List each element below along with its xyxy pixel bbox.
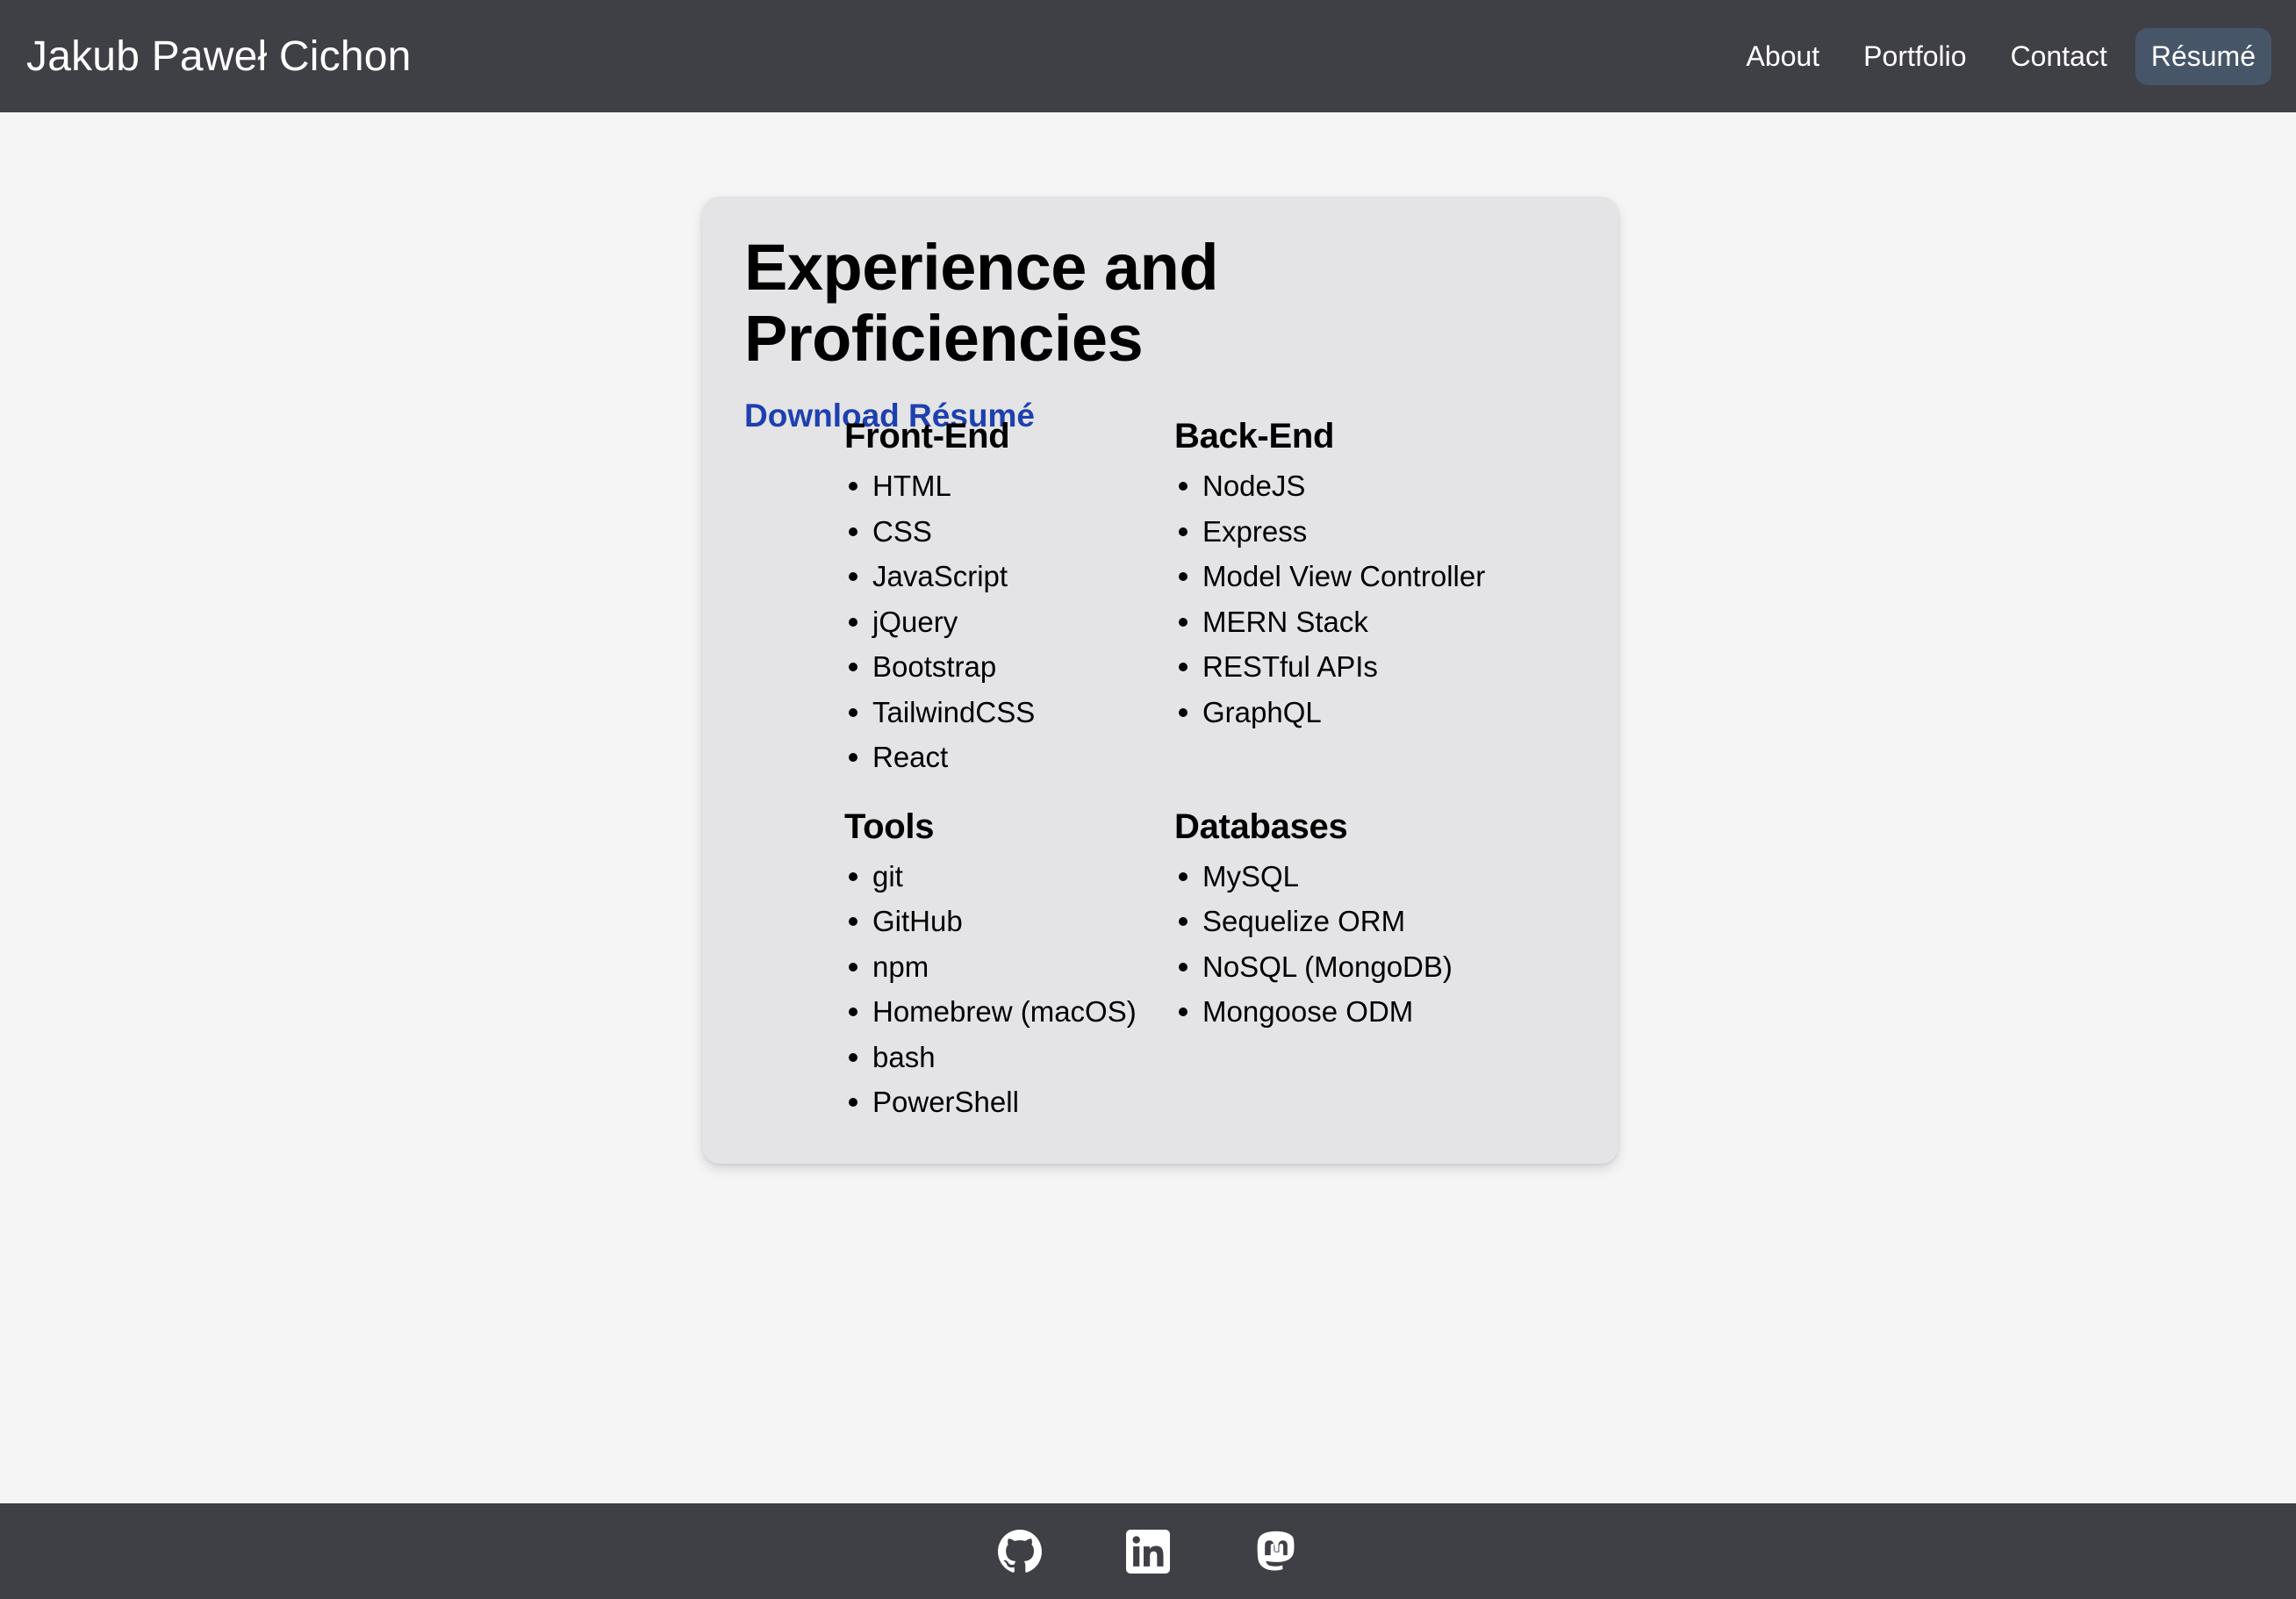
nav-link-contact[interactable]: Contact [1995,28,2123,85]
section-title: Back-End [1174,417,1335,455]
nav-link-portfolio[interactable]: Portfolio [1848,28,1982,85]
list-item: PowerShell [844,1079,1174,1125]
list-item: GraphQL [1174,690,1504,735]
section-front-end: Front-End HTML CSS JavaScript jQuery Boo… [844,416,1174,780]
list-item: Bootstrap [844,644,1174,690]
list-item: git [844,854,1174,900]
list-item: TailwindCSS [844,690,1174,735]
section-tools: Tools git GitHub npm Homebrew (macOS) ba… [844,807,1174,1125]
list-item: Homebrew (macOS) [844,989,1174,1035]
main-nav: About Portfolio Contact Résumé [1731,27,2271,85]
nav-link-resume[interactable]: Résumé [2135,27,2271,85]
page: Jakub Paweł Cichon About Portfolio Conta… [0,0,2296,1599]
skill-list: HTML CSS JavaScript jQuery Bootstrap Tai… [844,463,1174,780]
section-databases: Databases MySQL Sequelize ORM NoSQL (Mon… [1174,807,1504,1125]
linkedin-icon[interactable] [1126,1529,1170,1574]
resume-card: Experience and Proficiencies Download Ré… [702,197,1618,1164]
list-item: RESTful APIs [1174,644,1504,690]
list-item: jQuery [844,599,1174,645]
skill-list: MySQL Sequelize ORM NoSQL (MongoDB) Mong… [1174,854,1504,1035]
list-item: MySQL [1174,854,1504,900]
mastodon-icon[interactable] [1254,1530,1298,1574]
skill-list: NodeJS Express Model View Controller MER… [1174,463,1504,735]
list-item: NodeJS [1174,463,1504,509]
list-item: React [844,735,1174,780]
github-icon[interactable] [998,1529,1042,1574]
list-item: npm [844,944,1174,990]
section-title: Databases [1174,807,1348,846]
skill-list: git GitHub npm Homebrew (macOS) bash Pow… [844,854,1174,1125]
list-item: JavaScript [844,554,1174,599]
list-item: HTML [844,463,1174,509]
page-title: Experience and Proficiencies [744,231,1219,376]
list-item: Model View Controller [1174,554,1504,599]
site-title[interactable]: Jakub Paweł Cichon [26,32,412,81]
site-header: Jakub Paweł Cichon About Portfolio Conta… [0,0,2296,112]
site-footer [0,1503,2296,1599]
section-title: Tools [844,807,935,846]
skills-grid: Front-End HTML CSS JavaScript jQuery Boo… [844,416,1504,1125]
section-back-end: Back-End NodeJS Express Model View Contr… [1174,416,1504,780]
nav-link-about[interactable]: About [1731,28,1836,85]
section-title: Front-End [844,417,1010,455]
list-item: Mongoose ODM [1174,989,1504,1035]
list-item: CSS [844,509,1174,555]
list-item: Express [1174,509,1504,555]
list-item: Sequelize ORM [1174,899,1504,944]
list-item: MERN Stack [1174,599,1504,645]
list-item: NoSQL (MongoDB) [1174,944,1504,990]
list-item: bash [844,1035,1174,1080]
list-item: GitHub [844,899,1174,944]
